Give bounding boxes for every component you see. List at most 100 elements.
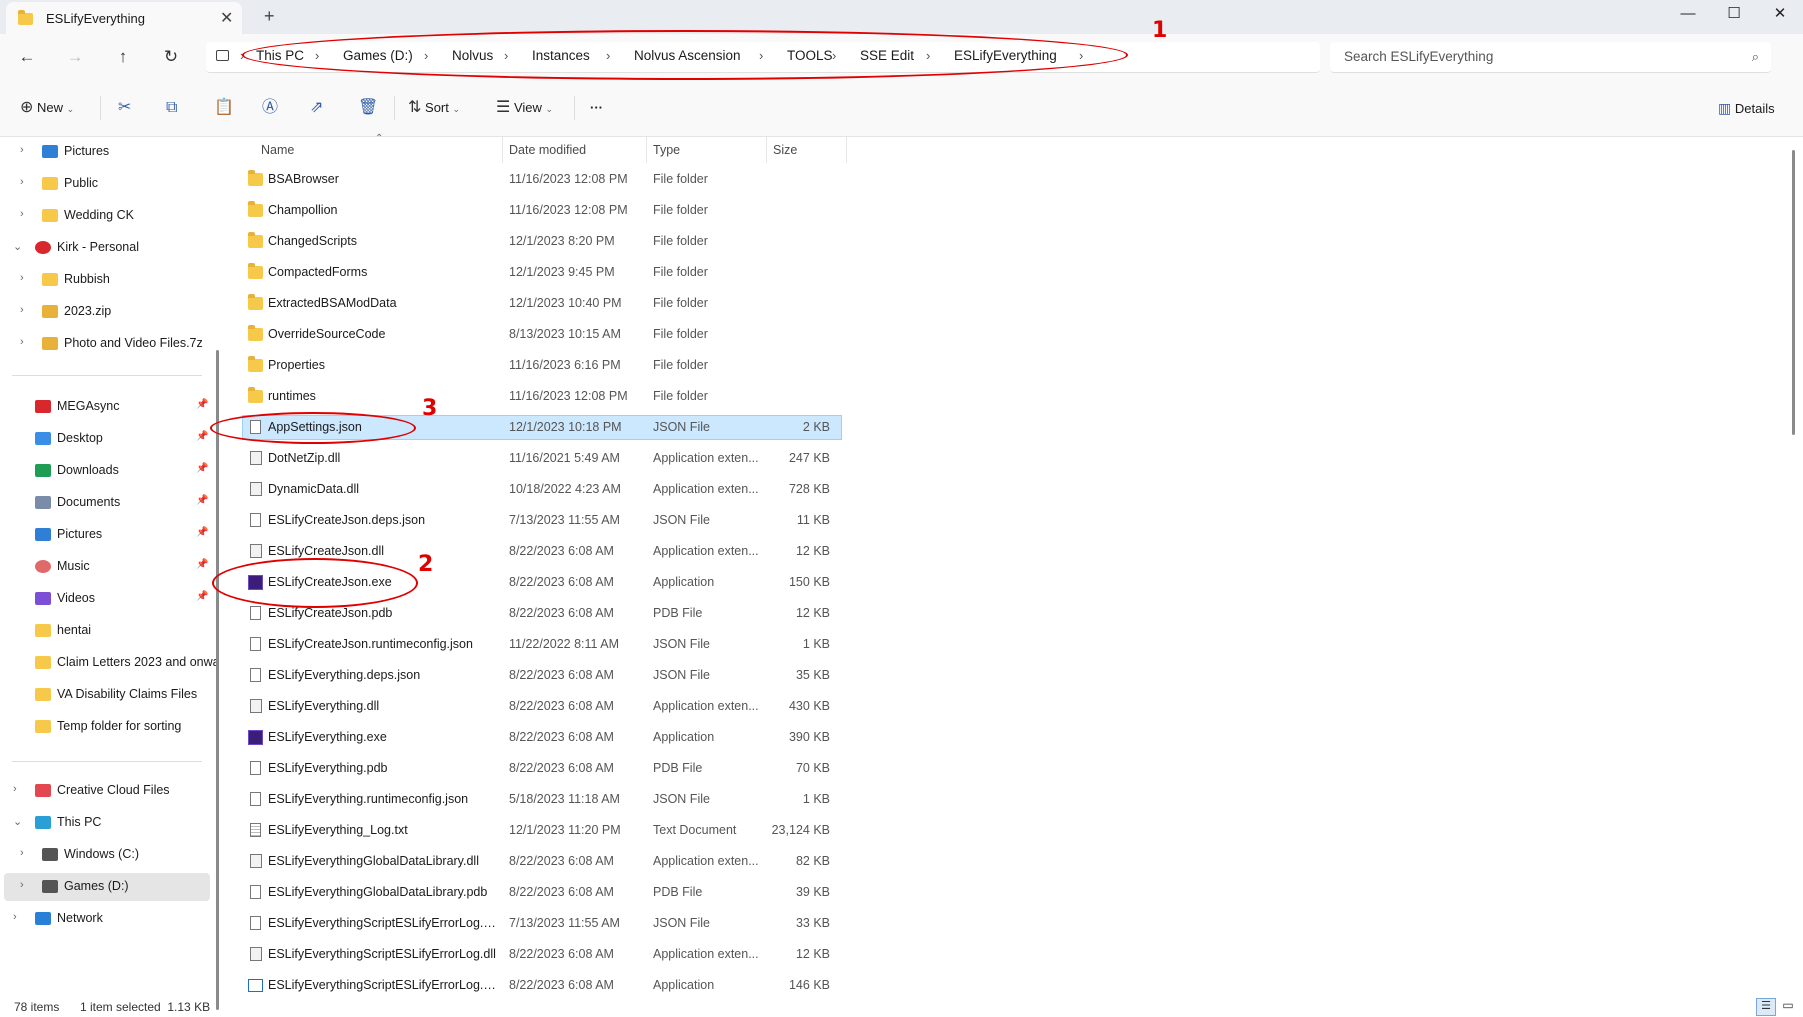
rename-icon[interactable]: Ⓐ — [262, 96, 278, 120]
file-row[interactable]: OverrideSourceCode 8/13/2023 10:15 AM File… — [242, 322, 1072, 349]
file-row[interactable]: ExtractedBSAModData 12/1/2023 10:40 PM Fil… — [242, 291, 1072, 318]
details-button[interactable]: ▥ Details — [1718, 96, 1775, 120]
sidebar-item-hentai[interactable]: hentai — [0, 617, 210, 645]
file-row[interactable]: ESLifyEverything.exe 8/22/2023 6:08 AM App… — [242, 725, 1072, 752]
tiles-view-icon[interactable]: ▭ — [1780, 998, 1796, 1014]
sidebar-item-public[interactable]: › Public — [0, 170, 210, 198]
sidebar-item-megasync[interactable]: MEGAsync 📌 — [0, 393, 210, 421]
delete-icon[interactable]: 🗑 — [358, 96, 378, 120]
sidebar-item-network[interactable]: › Network — [0, 905, 210, 933]
folder-icon — [35, 624, 51, 637]
sidebar-item-claim-letters-2023-and-onwar[interactable]: Claim Letters 2023 and onwar — [0, 649, 217, 677]
sidebar-item-creative-cloud-files[interactable]: › Creative Cloud Files — [0, 777, 210, 805]
file-row[interactable]: ESLifyCreateJson.deps.json 7/13/2023 11:5… — [242, 508, 1072, 535]
file-row[interactable]: runtimes 11/16/2023 12:08 PM File folder — [242, 384, 1072, 411]
new-button[interactable]: ⊕ New ⌄ — [20, 96, 74, 120]
file-row[interactable]: ChangedScripts 12/1/2023 8:20 PM File fold… — [242, 229, 1072, 256]
tab-title: ESLifyEverything — [46, 11, 145, 26]
chevron-right-icon[interactable]: › — [20, 272, 24, 284]
sidebar-item-this-pc[interactable]: ⌄ This PC — [0, 809, 210, 837]
sort-button[interactable]: ⇅ Sort ⌄ — [408, 96, 460, 120]
file-row[interactable]: ESLifyEverything.deps.json 8/22/2023 6:08… — [242, 663, 1072, 690]
sidebar-item-pictures[interactable]: › Pictures — [0, 138, 210, 166]
chevron-down-icon[interactable]: ⌄ — [13, 815, 22, 828]
sidebar-item-photo-and-video-files-7z[interactable]: › Photo and Video Files.7z — [0, 330, 210, 358]
file-row[interactable]: ESLifyEverything_Log.txt 12/1/2023 11:20 … — [242, 818, 1072, 845]
sidebar-item-downloads[interactable]: Downloads 📌 — [0, 457, 210, 485]
file-type: PDB File — [653, 606, 703, 620]
back-button[interactable]: ← — [12, 45, 42, 69]
sidebar-item-kirk-personal[interactable]: ⌄ Kirk - Personal — [0, 234, 210, 262]
new-tab-button[interactable]: + — [264, 6, 275, 27]
column-header-name[interactable]: Name — [261, 143, 294, 157]
sidebar-item-documents[interactable]: Documents 📌 — [0, 489, 210, 517]
sidebar-item-pictures[interactable]: Pictures 📌 — [0, 521, 210, 549]
file-row[interactable]: ESLifyCreateJson.pdb 8/22/2023 6:08 AM PDB… — [242, 601, 1072, 628]
search-input[interactable] — [1342, 48, 1736, 65]
tab-close-icon[interactable]: ✕ — [220, 8, 233, 28]
column-divider[interactable] — [502, 137, 503, 163]
sidebar-item-temp-folder-for-sorting[interactable]: Temp folder for sorting — [0, 713, 210, 741]
file-row[interactable]: ESLifyEverythingGlobalDataLibrary.dll 8/2… — [242, 849, 1072, 876]
column-divider[interactable] — [846, 137, 847, 163]
sidebar-item-desktop[interactable]: Desktop 📌 — [0, 425, 210, 453]
chevron-right-icon[interactable]: › — [20, 144, 24, 156]
chevron-right-icon[interactable]: › — [13, 783, 17, 795]
chevron-right-icon[interactable]: › — [20, 847, 24, 859]
sidebar-item-rubbish[interactable]: › Rubbish — [0, 266, 210, 294]
chevron-right-icon[interactable]: › — [13, 911, 17, 923]
file-row[interactable]: ESLifyCreateJson.runtimeconfig.json 11/22… — [242, 632, 1072, 659]
more-options-button[interactable]: ··· — [590, 96, 603, 120]
forward-button[interactable]: → — [60, 45, 90, 69]
chevron-right-icon[interactable]: › — [20, 208, 24, 220]
sidebar-scrollbar[interactable] — [216, 350, 219, 1010]
file-row[interactable]: ESLifyEverythingScriptESLifyErrorLog.dll… — [242, 942, 1072, 969]
view-button[interactable]: ☰ View ⌄ — [496, 96, 553, 120]
file-row[interactable]: ESLifyEverything.pdb 8/22/2023 6:08 AM PDB… — [242, 756, 1072, 783]
chevron-right-icon[interactable]: › — [20, 304, 24, 316]
file-row[interactable]: Properties 11/16/2023 6:16 PM File folder — [242, 353, 1072, 380]
cut-icon[interactable]: ✂ — [118, 96, 131, 120]
file-row[interactable]: CompactedForms 12/1/2023 9:45 PM File fold… — [242, 260, 1072, 287]
sidebar-item-2023-zip[interactable]: › 2023.zip — [0, 298, 210, 326]
up-button[interactable]: ↑ — [108, 45, 138, 69]
sidebar-item-games-d-[interactable]: › Games (D:) — [4, 873, 210, 901]
column-header-type[interactable]: Type — [653, 143, 680, 157]
file-row[interactable]: DynamicData.dll 10/18/2022 4:23 AM Applica… — [242, 477, 1072, 504]
file-row[interactable]: Champollion 11/16/2023 12:08 PM File folde… — [242, 198, 1072, 225]
tab-eslifyeverything[interactable]: ESLifyEverything ✕ — [6, 2, 242, 34]
chevron-right-icon[interactable]: › — [20, 336, 24, 348]
view-icon: ☰ — [496, 99, 511, 116]
chevron-down-icon[interactable]: ⌄ — [13, 240, 22, 253]
copy-icon[interactable]: ⧉ — [166, 96, 177, 120]
minimize-button[interactable]: — — [1666, 0, 1710, 30]
search-icon[interactable]: ⌕ — [1752, 49, 1759, 65]
file-row[interactable]: ESLifyEverything.dll 8/22/2023 6:08 AM App… — [242, 694, 1072, 721]
chevron-right-icon[interactable]: › — [20, 176, 24, 188]
sidebar-item-music[interactable]: Music 📌 — [0, 553, 210, 581]
sidebar-item-wedding-ck[interactable]: › Wedding CK — [0, 202, 210, 230]
share-icon[interactable]: ⇗ — [310, 96, 323, 120]
column-header-size[interactable]: Size — [773, 143, 797, 157]
refresh-button[interactable]: ↻ — [156, 45, 186, 69]
file-row[interactable]: BSABrowser 11/16/2023 12:08 PM File folder — [242, 167, 1072, 194]
search-box[interactable]: ⌕ — [1330, 42, 1771, 73]
maximize-button[interactable]: ☐ — [1712, 0, 1756, 30]
sidebar-item-va-disability-claims-files[interactable]: VA Disability Claims Files — [0, 681, 210, 709]
paste-icon[interactable]: 📋 — [214, 96, 234, 120]
column-divider[interactable] — [646, 137, 647, 163]
column-divider[interactable] — [766, 137, 767, 163]
file-row[interactable]: ESLifyEverythingGlobalDataLibrary.pdb 8/2… — [242, 880, 1072, 907]
column-header-date[interactable]: Date modified — [509, 143, 586, 157]
file-row[interactable]: ESLifyEverything.runtimeconfig.json 5/18/… — [242, 787, 1072, 814]
file-row[interactable]: ESLifyEverythingScriptESLifyErrorLog.dep… — [242, 911, 1072, 938]
sidebar-item-windows-c-[interactable]: › Windows (C:) — [0, 841, 210, 869]
chevron-right-icon[interactable]: › — [20, 879, 24, 891]
details-view-icon[interactable]: ☰ — [1756, 998, 1776, 1016]
file-row[interactable]: ESLifyEverythingScriptESLifyErrorLog.exe… — [242, 973, 1072, 1000]
close-button[interactable]: ✕ — [1758, 0, 1802, 30]
file-row[interactable]: DotNetZip.dll 11/16/2021 5:49 AM Applicati… — [242, 446, 1072, 473]
file-date: 12/1/2023 11:20 PM — [509, 823, 621, 837]
file-list-scrollbar[interactable] — [1792, 150, 1795, 435]
sidebar-item-videos[interactable]: Videos 📌 — [0, 585, 210, 613]
